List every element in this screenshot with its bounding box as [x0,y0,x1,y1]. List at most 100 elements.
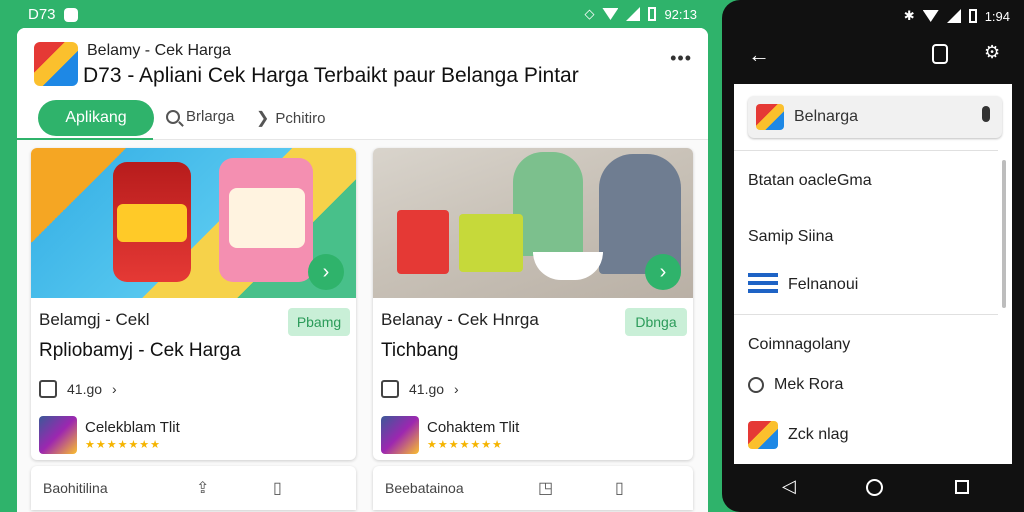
status-time: 92:13 [664,6,697,22]
divider [734,314,998,315]
back-arrow-icon[interactable]: ← [748,42,770,68]
open-external-icon[interactable]: ◳ [538,478,553,498]
jar-label-illustration [117,204,187,242]
vibrate-icon: ◇ [584,6,595,21]
red-box-illustration [397,210,449,274]
app-logo [748,421,778,449]
search-icon [748,377,764,393]
suggestion-item[interactable]: Mek Rora [748,376,843,394]
suggestion-item[interactable]: Felnanoui [748,273,858,297]
store-row[interactable]: Celekblam Tlit ★★★★★★★ [39,416,346,454]
rating-stars: ★★★★★★★ [85,439,162,451]
suggestion-label: Felnanoui [788,276,859,293]
footer-label: Baohitilina [43,480,108,496]
phone-screen: Belnarga Btatan oacleGma Samip Siina Fel… [734,84,1012,464]
product-image: › [31,148,356,298]
basket-illustration [459,214,523,272]
suggestion-item[interactable]: Samip Siina [748,228,833,246]
card-subtitle: Rpliobamyj - Cek Harga [39,340,241,361]
wifi-icon [922,10,939,22]
settings-icon[interactable]: ⚙ [984,42,1000,63]
more-options-icon[interactable]: ••• [670,48,692,69]
open-product-button[interactable]: › [308,254,344,290]
suggestion-item[interactable]: Btatan oacleGma [748,172,872,190]
phone-frame: ✱ 1:94 ← ⚙ Belnarga Btatan oacleGma Sami… [722,0,1024,512]
product-grid: › Belamgj - Cekl Rpliobamyj - Cek Harga … [17,146,708,512]
status-label: D73 [28,6,56,23]
pouch-label-illustration [229,188,305,248]
signal-icon [946,9,961,23]
card-subtitle: Tichbang [381,340,459,361]
phone-time: 1:94 [984,8,1010,24]
product-card-footer[interactable]: Beebatainoa ◳ ▯ [373,466,693,510]
status-bar: D73 ◇ 92:13 [0,0,715,28]
open-product-button[interactable]: › [645,254,681,290]
footer-label: Beebatainoa [385,480,464,496]
product-card[interactable]: › Belanay - Cek Hnrga Tichbang Dbnga 41.… [373,148,693,460]
box-icon [381,380,399,398]
bookmark-icon[interactable]: ▯ [273,478,282,498]
flag-icon [748,273,778,297]
app-logo [756,104,784,130]
person-illustration [513,152,583,256]
nav-back-icon[interactable]: ◁ [782,476,796,497]
nav-recents-icon[interactable] [955,480,969,494]
share-icon[interactable]: ⇪ [196,478,209,498]
mic-icon[interactable] [982,106,990,122]
battery-icon [968,9,977,23]
card-meta: 41.go › [381,380,683,398]
tab-aplikang[interactable]: Aplikang [38,100,154,136]
meta-value: 41.go [67,381,103,397]
phone-status-bar: ✱ 1:94 [722,0,1024,30]
signal-icon [626,7,641,21]
suggestion-label: Zck nlag [788,426,849,443]
store-name: Celekblam Tlit [85,419,180,436]
suggestion-label: Coimnagolany [748,336,851,353]
chevron-right-icon: ❯ [256,110,270,127]
store-row[interactable]: Cohaktem Tlit ★★★★★★★ [381,416,683,454]
product-image: › [373,148,693,298]
store-name: Cohaktem Tlit [427,419,520,436]
tab-label: Brlarga [186,108,235,125]
category-badge[interactable]: Pbamg [288,308,350,336]
suggestion-item[interactable]: Zck nlag [748,421,848,449]
card-meta: 41.go › [39,380,346,398]
scrollbar[interactable] [1002,160,1006,308]
app-title: D73 - Apliani Cek Harga Terbaikt paur Be… [83,64,579,87]
suggestion-label: Mek Rora [774,376,844,393]
copy-icon[interactable] [932,44,948,64]
meta-arrow: › [454,381,459,397]
app-logo [34,42,78,86]
tab-label: Pchitiro [275,109,326,127]
meta-arrow: › [112,381,117,397]
bluetooth-icon: ✱ [903,8,915,23]
tab-pchitiro[interactable]: ❯ Pchitiro [256,108,325,128]
wifi-icon [602,8,619,20]
category-badge[interactable]: Dbnga [625,308,687,336]
app-window: Belamy - Cek Harga D73 - Apliani Cek Har… [17,28,708,512]
app-header: Belamy - Cek Harga D73 - Apliani Cek Har… [17,28,708,96]
product-card[interactable]: › Belamgj - Cekl Rpliobamyj - Cek Harga … [31,148,356,460]
tab-label: Aplikang [65,109,127,126]
app-subtitle: Belamy - Cek Harga [87,42,232,59]
bowl-illustration [533,252,603,280]
nav-home-icon[interactable] [866,479,883,496]
bookmark-icon[interactable]: ▯ [615,478,624,498]
active-tab-indicator [17,138,153,140]
tab-brlarga[interactable]: Brlarga [166,108,234,125]
search-input[interactable]: Belnarga [794,108,858,126]
suggestion-item[interactable]: Coimnagolany [748,336,850,354]
suggestion-label: Samip Siina [748,228,834,245]
navigation-bar: ◁ [722,464,1024,512]
meta-value: 41.go [409,381,445,397]
suggestion-label: Btatan oacleGma [748,172,872,189]
search-icon [166,109,180,124]
phone-search-bar[interactable]: Belnarga [748,96,1002,138]
phone-toolbar: ← ⚙ [722,30,1024,82]
divider [734,150,998,151]
rating-stars: ★★★★★★★ [427,439,504,451]
product-card-footer[interactable]: Baohitilina ⇪ ▯ [31,466,356,510]
battery-icon [648,7,657,21]
notification-icon [63,7,78,22]
box-icon [39,380,57,398]
